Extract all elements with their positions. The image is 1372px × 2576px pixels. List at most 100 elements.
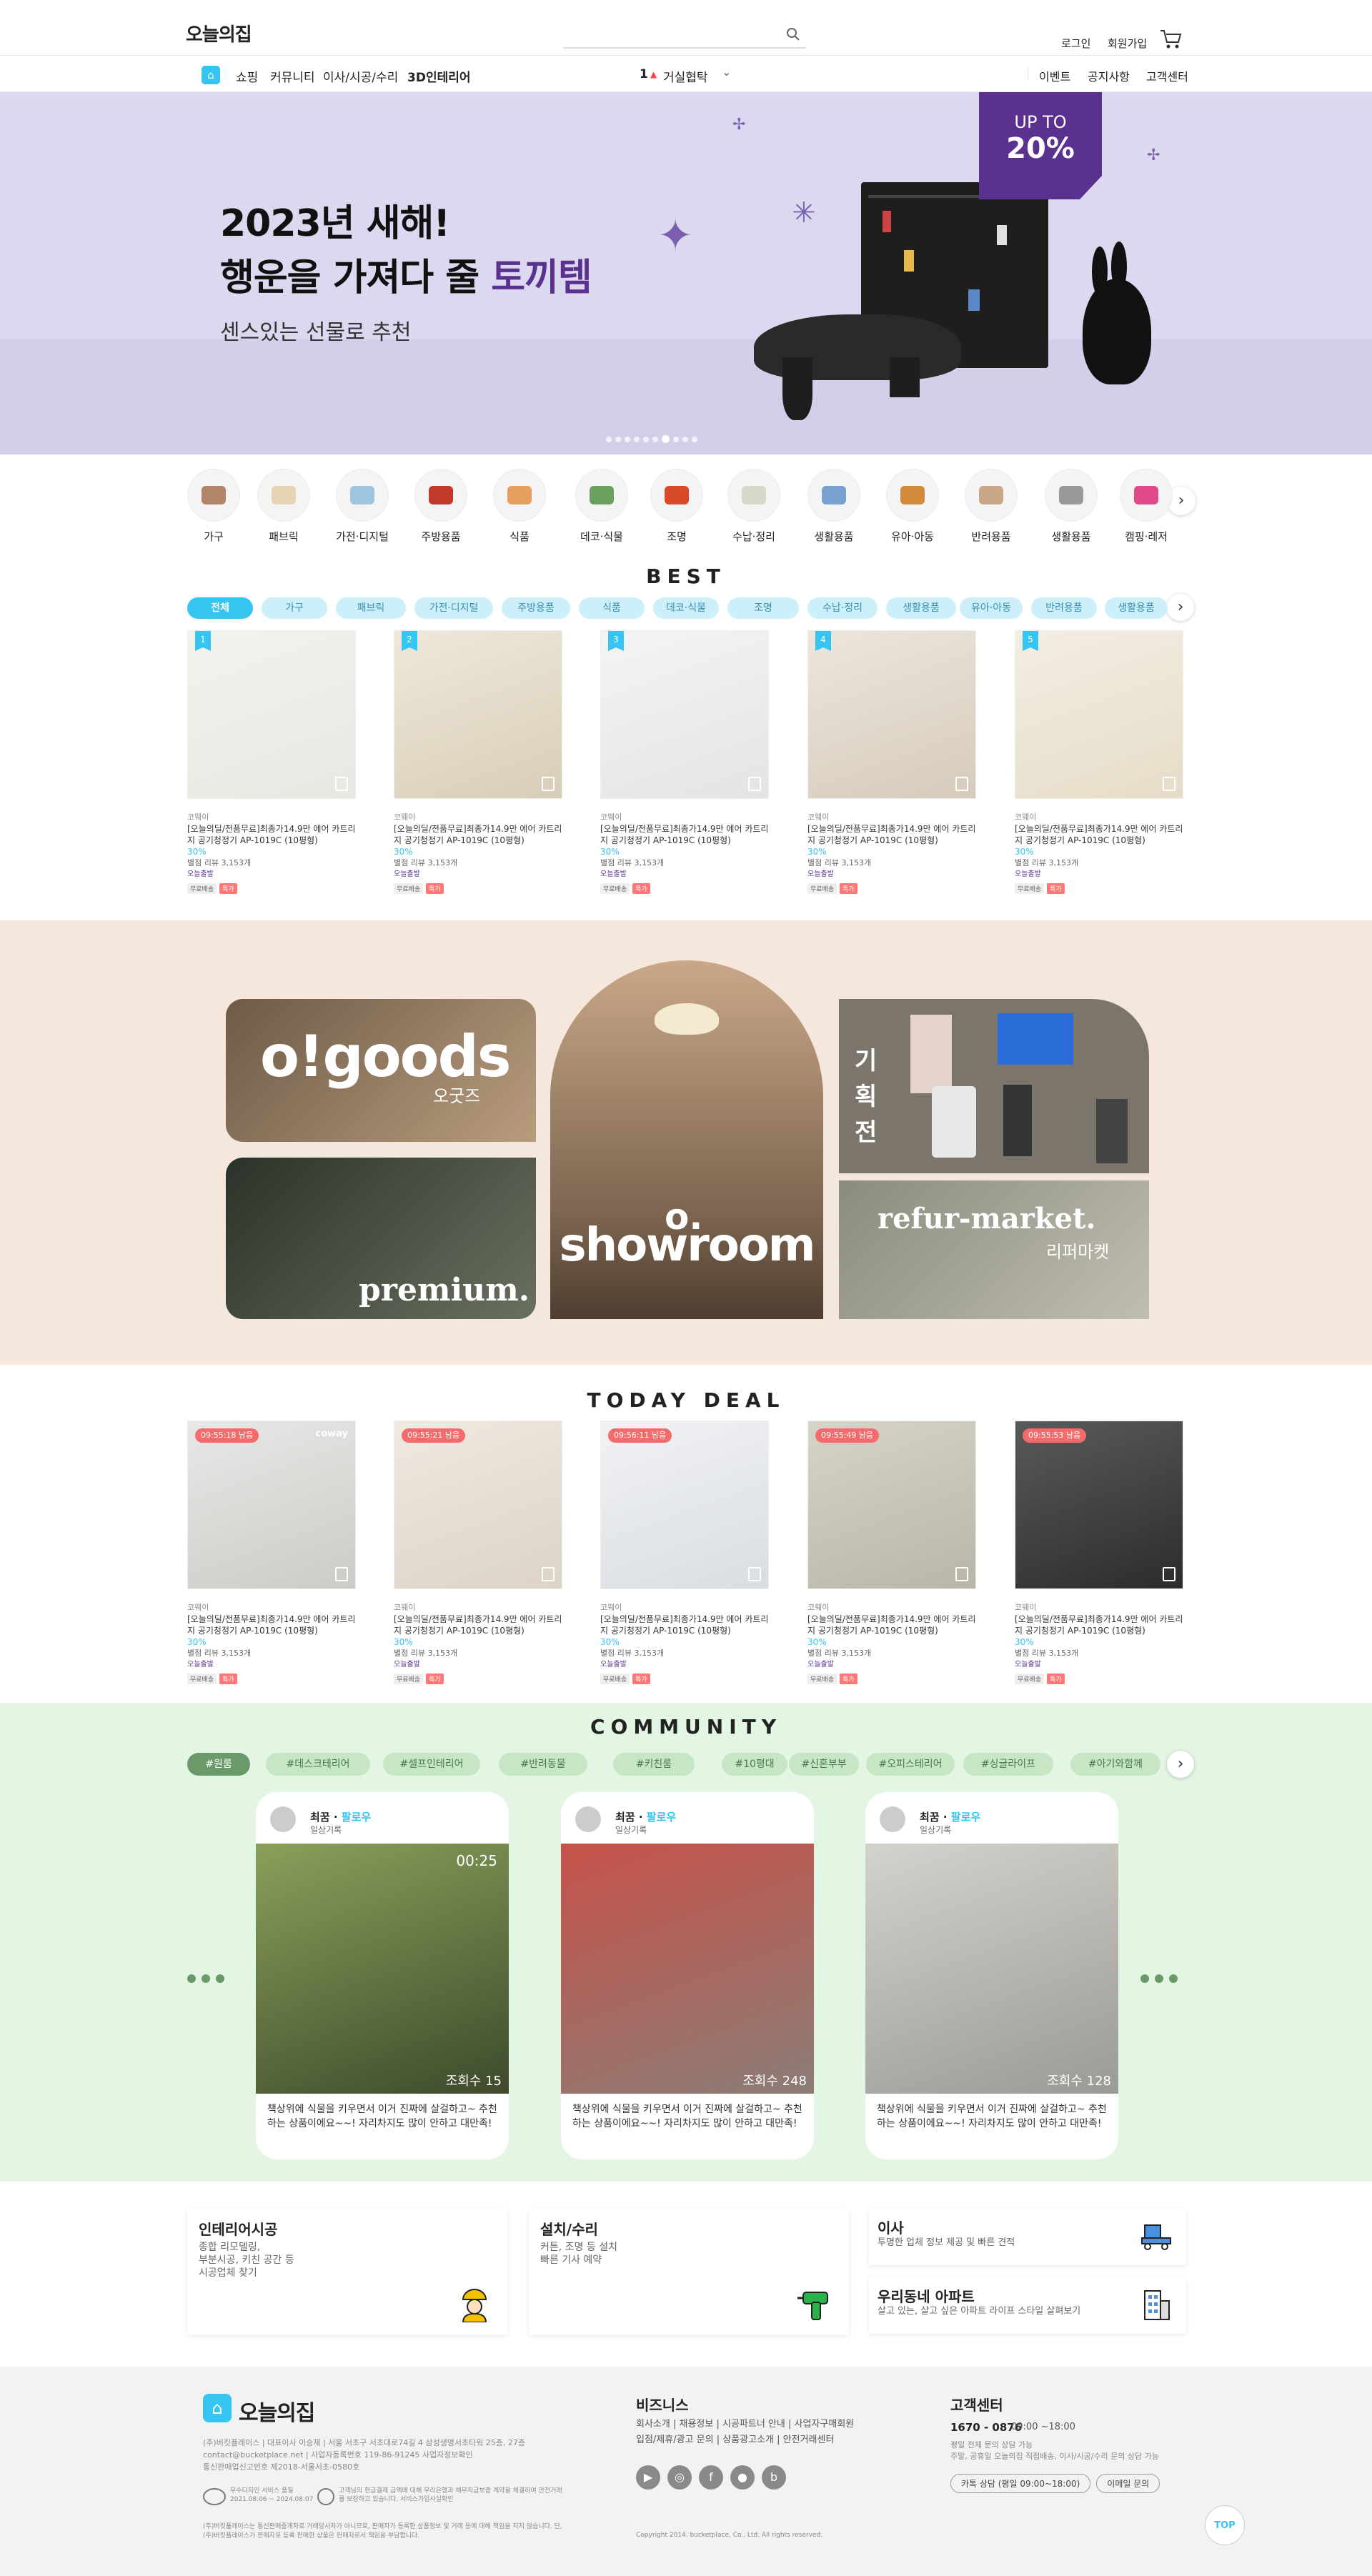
service-repair[interactable]: 설치/수리 커튼, 조명 등 설치 빠른 기사 예약: [529, 2208, 849, 2335]
biz-link[interactable]: 시공파트너 안내: [722, 2419, 785, 2430]
filter-chip[interactable]: 유아·아동: [960, 597, 1023, 619]
product-card[interactable]: 09:56:11 남음 코웨이 [오늘의딜/전품무료]최종가14.9만 에어 카트리…: [600, 1421, 769, 1684]
kakao-icon[interactable]: ●: [730, 2465, 755, 2490]
filter-chip[interactable]: 조명: [727, 597, 799, 619]
carousel-dots-left[interactable]: [187, 1972, 230, 1986]
refur-banner[interactable]: refur-market. 리퍼마켓: [839, 1180, 1149, 1319]
post-image[interactable]: 00:25 조회수 15: [256, 1844, 509, 2094]
chevron-right-icon[interactable]: ›: [1167, 1751, 1194, 1778]
bookmark-icon[interactable]: [542, 777, 555, 791]
hashtag-chip[interactable]: #원룸: [187, 1753, 250, 1776]
hashtag-chip[interactable]: #10평대: [722, 1753, 787, 1776]
carousel-dot[interactable]: [1140, 1974, 1149, 1983]
community-card[interactable]: 최꿈 · 팔로우 일상기록 00:25 조회수 15 책상위에 식물을 키우면서 이거 …: [256, 1792, 509, 2159]
pagination-dot[interactable]: [625, 437, 630, 442]
product-card[interactable]: 09:55:49 남음 코웨이 [오늘의딜/전품무료]최종가14.9만 에어 카트리…: [807, 1421, 976, 1684]
login-link[interactable]: 로그인: [1061, 36, 1090, 51]
service-apartment[interactable]: 우리동네 아파트 살고 있는, 살고 싶은 아파트 라이프 스타일 살펴보기: [869, 2277, 1186, 2334]
hashtag-chip[interactable]: #오피스테리어: [866, 1753, 955, 1776]
product-image[interactable]: 5: [1015, 630, 1183, 799]
post-image[interactable]: 조회수 248: [561, 1844, 814, 2094]
product-image[interactable]: 1: [187, 630, 356, 799]
premium-banner[interactable]: premium.: [226, 1158, 536, 1319]
carousel-dot[interactable]: [187, 1974, 196, 1983]
pagination-dot[interactable]: [634, 437, 640, 442]
facebook-icon[interactable]: f: [699, 2465, 723, 2490]
post-author[interactable]: 최꿈 · 팔로우: [615, 1809, 676, 1824]
filter-chip[interactable]: 데코·식물: [653, 597, 719, 619]
pagination-dot-active[interactable]: [662, 435, 670, 443]
hashtag-chip[interactable]: #키친룸: [613, 1753, 695, 1776]
nav-3d[interactable]: 3D인테리어: [407, 67, 471, 85]
pagination-dot[interactable]: [652, 437, 658, 442]
nav-cs[interactable]: 고객센터: [1146, 67, 1188, 84]
logo[interactable]: 오늘의집: [186, 20, 252, 46]
category-item[interactable]: 생활용품: [1039, 469, 1103, 544]
product-name[interactable]: [오늘의딜/전품무료]최종가14.9만 에어 카트리지 공기청정기 AP-101…: [187, 823, 356, 846]
nav-community[interactable]: 커뮤니티: [270, 67, 315, 85]
chevron-down-icon[interactable]: ⌄: [722, 65, 731, 79]
product-image[interactable]: 09:55:49 남음: [807, 1421, 976, 1589]
community-card[interactable]: 최꿈 · 팔로우 일상기록 조회수 128 책상위에 식물을 키우면서 이거 진짜에 …: [865, 1792, 1118, 2159]
product-image[interactable]: 09:56:11 남음: [600, 1421, 769, 1589]
product-card[interactable]: 09:55:53 남음 코웨이 [오늘의딜/전품무료]최종가14.9만 에어 카트리…: [1015, 1421, 1183, 1684]
bookmark-icon[interactable]: [335, 777, 348, 791]
search-input[interactable]: [563, 47, 806, 49]
product-card[interactable]: 09:55:21 남음 코웨이 [오늘의딜/전품무료]최종가14.9만 에어 카트리…: [394, 1421, 562, 1684]
search-icon[interactable]: [786, 27, 800, 44]
filter-chip[interactable]: 가전·디지털: [414, 597, 493, 619]
bookmark-icon[interactable]: [748, 777, 761, 791]
category-item[interactable]: 캠핑·레저: [1114, 469, 1178, 544]
service-interior[interactable]: 인테리어시공 종합 리모델링, 부분시공, 키친 공간 등 시공업체 찾기: [187, 2208, 507, 2335]
filter-chip[interactable]: 수납·정리: [807, 597, 878, 619]
category-item[interactable]: 생활용품: [802, 469, 866, 544]
nav-notice[interactable]: 공지사항: [1088, 67, 1130, 84]
filter-chip[interactable]: 가구: [262, 597, 327, 619]
scroll-top-button[interactable]: TOP: [1205, 2505, 1245, 2545]
email-inquiry-button[interactable]: 이메일 문의: [1096, 2474, 1160, 2493]
product-image[interactable]: 2: [394, 630, 562, 799]
category-item[interactable]: 반려용품: [959, 469, 1023, 544]
post-image[interactable]: 조회수 128: [865, 1844, 1118, 2094]
product-card[interactable]: 5 코웨이 [오늘의딜/전품무료]최종가14.9만 에어 카트리지 공기청정기 AP…: [1015, 630, 1183, 894]
avatar[interactable]: [575, 1806, 601, 1832]
filter-chip[interactable]: 패브릭: [336, 597, 406, 619]
product-name[interactable]: [오늘의딜/전품무료]최종가14.9만 에어 카트리지 공기청정기 AP-101…: [600, 823, 769, 846]
filter-chip[interactable]: 생활용품: [886, 597, 956, 619]
carousel-dot[interactable]: [1155, 1974, 1163, 1983]
bookmark-icon[interactable]: [955, 777, 968, 791]
pagination-dot[interactable]: [615, 437, 621, 442]
follow-button[interactable]: 팔로우: [951, 1811, 980, 1824]
bookmark-icon[interactable]: [542, 1567, 555, 1581]
product-name[interactable]: [오늘의딜/전품무료]최종가14.9만 에어 카트리지 공기청정기 AP-101…: [807, 1613, 976, 1636]
naverblog-icon[interactable]: b: [762, 2465, 786, 2490]
filter-chip[interactable]: 식품: [579, 597, 645, 619]
signup-link[interactable]: 회원가입: [1108, 36, 1147, 51]
category-item[interactable]: 데코·식물: [570, 469, 634, 544]
bookmark-icon[interactable]: [335, 1567, 348, 1581]
hashtag-chip[interactable]: #신혼부부: [789, 1753, 859, 1776]
product-card[interactable]: 4 코웨이 [오늘의딜/전품무료]최종가14.9만 에어 카트리지 공기청정기 AP…: [807, 630, 976, 894]
post-author[interactable]: 최꿈 · 팔로우: [920, 1809, 980, 1824]
filter-chip[interactable]: 주방용품: [502, 597, 570, 619]
bookmark-icon[interactable]: [1163, 1567, 1175, 1581]
pagination-dot[interactable]: [692, 437, 697, 442]
pagination-dot[interactable]: [682, 437, 688, 442]
category-item[interactable]: 가전·디지털: [330, 469, 394, 544]
category-item[interactable]: 패브릭: [252, 469, 316, 544]
pagination-dot[interactable]: [673, 437, 679, 442]
carousel-dot[interactable]: [202, 1974, 210, 1983]
follow-button[interactable]: 팔로우: [342, 1811, 371, 1824]
hashtag-chip[interactable]: #싱글라이프: [963, 1753, 1053, 1776]
product-card[interactable]: 1 코웨이 [오늘의딜/전품무료]최종가14.9만 에어 카트리지 공기청정기 AP…: [187, 630, 356, 894]
category-item[interactable]: 주방용품: [409, 469, 473, 544]
carousel-dots-right[interactable]: [1140, 1972, 1183, 1986]
carousel-dot[interactable]: [1169, 1974, 1178, 1983]
plan-banner[interactable]: 기 획 전: [839, 999, 1149, 1173]
product-name[interactable]: [오늘의딜/전품무료]최종가14.9만 에어 카트리지 공기청정기 AP-101…: [807, 823, 976, 846]
filter-chip[interactable]: 생활용품: [1105, 597, 1168, 619]
category-item[interactable]: 가구: [182, 469, 246, 544]
product-image[interactable]: 09:55:53 남음: [1015, 1421, 1183, 1589]
avatar[interactable]: [270, 1806, 296, 1832]
product-name[interactable]: [오늘의딜/전품무료]최종가14.9만 에어 카트리지 공기청정기 AP-101…: [187, 1613, 356, 1636]
